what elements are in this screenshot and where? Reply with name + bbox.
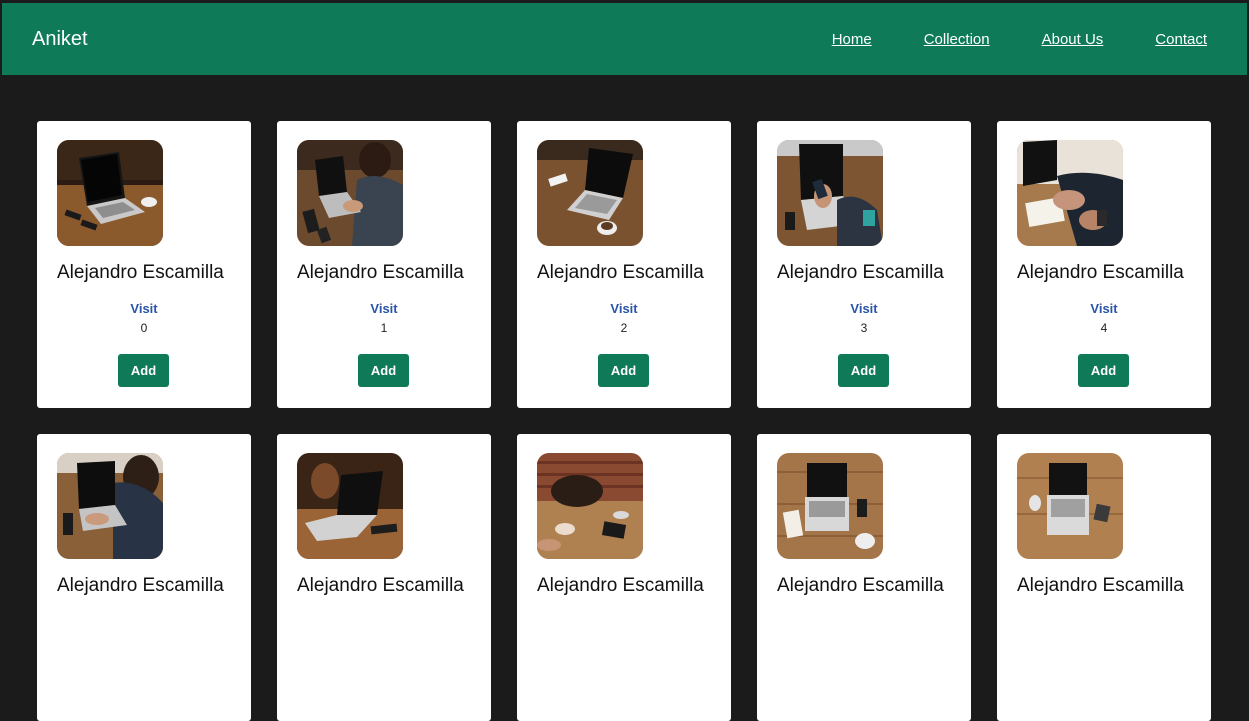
- nav-link-contact[interactable]: Contact: [1155, 31, 1207, 48]
- top-navbar: Aniket Home Collection About Us Contact: [2, 3, 1247, 75]
- add-button[interactable]: Add: [598, 354, 649, 387]
- card-title: Alejandro Escamilla: [57, 575, 224, 596]
- card-image: [297, 140, 403, 246]
- card-image: [777, 140, 883, 246]
- card-image: [297, 453, 403, 559]
- card-image: [537, 453, 643, 559]
- card-grid: Alejandro Escamilla Visit 0 Add Alejandr…: [37, 121, 1211, 721]
- product-card: Alejandro Escamilla Visit 1 Add: [277, 121, 491, 408]
- visit-link[interactable]: Visit: [277, 301, 491, 316]
- card-index: 2: [620, 321, 628, 335]
- nav-link-collection[interactable]: Collection: [924, 31, 990, 48]
- product-card: Alejandro Escamilla: [757, 434, 971, 721]
- visit-link[interactable]: Visit: [517, 301, 731, 316]
- nav-link-home[interactable]: Home: [832, 31, 872, 48]
- product-card: Alejandro Escamilla: [37, 434, 251, 721]
- card-title: Alejandro Escamilla: [537, 262, 704, 283]
- product-card: Alejandro Escamilla: [517, 434, 731, 721]
- visit-link[interactable]: Visit: [757, 301, 971, 316]
- card-image: [57, 140, 163, 246]
- card-title: Alejandro Escamilla: [297, 262, 464, 283]
- card-title: Alejandro Escamilla: [57, 262, 224, 283]
- card-index: 0: [140, 321, 148, 335]
- card-title: Alejandro Escamilla: [1017, 575, 1184, 596]
- card-image: [1017, 453, 1123, 559]
- product-card: Alejandro Escamilla Visit 2 Add: [517, 121, 731, 408]
- nav-link-about-us[interactable]: About Us: [1042, 31, 1104, 48]
- card-image: [57, 453, 163, 559]
- card-title: Alejandro Escamilla: [297, 575, 464, 596]
- card-title: Alejandro Escamilla: [1017, 262, 1184, 283]
- card-index: 1: [380, 321, 388, 335]
- product-card: Alejandro Escamilla: [997, 434, 1211, 721]
- visit-link[interactable]: Visit: [997, 301, 1211, 316]
- product-card: Alejandro Escamilla Visit 3 Add: [757, 121, 971, 408]
- product-card: Alejandro Escamilla: [277, 434, 491, 721]
- brand-logo[interactable]: Aniket: [32, 3, 88, 75]
- card-image: [1017, 140, 1123, 246]
- card-index: 3: [860, 321, 868, 335]
- product-card: Alejandro Escamilla Visit 4 Add: [997, 121, 1211, 408]
- card-image: [537, 140, 643, 246]
- visit-link[interactable]: Visit: [37, 301, 251, 316]
- card-index: 4: [1100, 321, 1108, 335]
- nav-links: Home Collection About Us Contact: [832, 3, 1207, 75]
- product-card: Alejandro Escamilla Visit 0 Add: [37, 121, 251, 408]
- card-title: Alejandro Escamilla: [777, 575, 944, 596]
- card-image: [777, 453, 883, 559]
- card-title: Alejandro Escamilla: [777, 262, 944, 283]
- card-title: Alejandro Escamilla: [537, 575, 704, 596]
- add-button[interactable]: Add: [1078, 354, 1129, 387]
- add-button[interactable]: Add: [358, 354, 409, 387]
- add-button[interactable]: Add: [838, 354, 889, 387]
- add-button[interactable]: Add: [118, 354, 169, 387]
